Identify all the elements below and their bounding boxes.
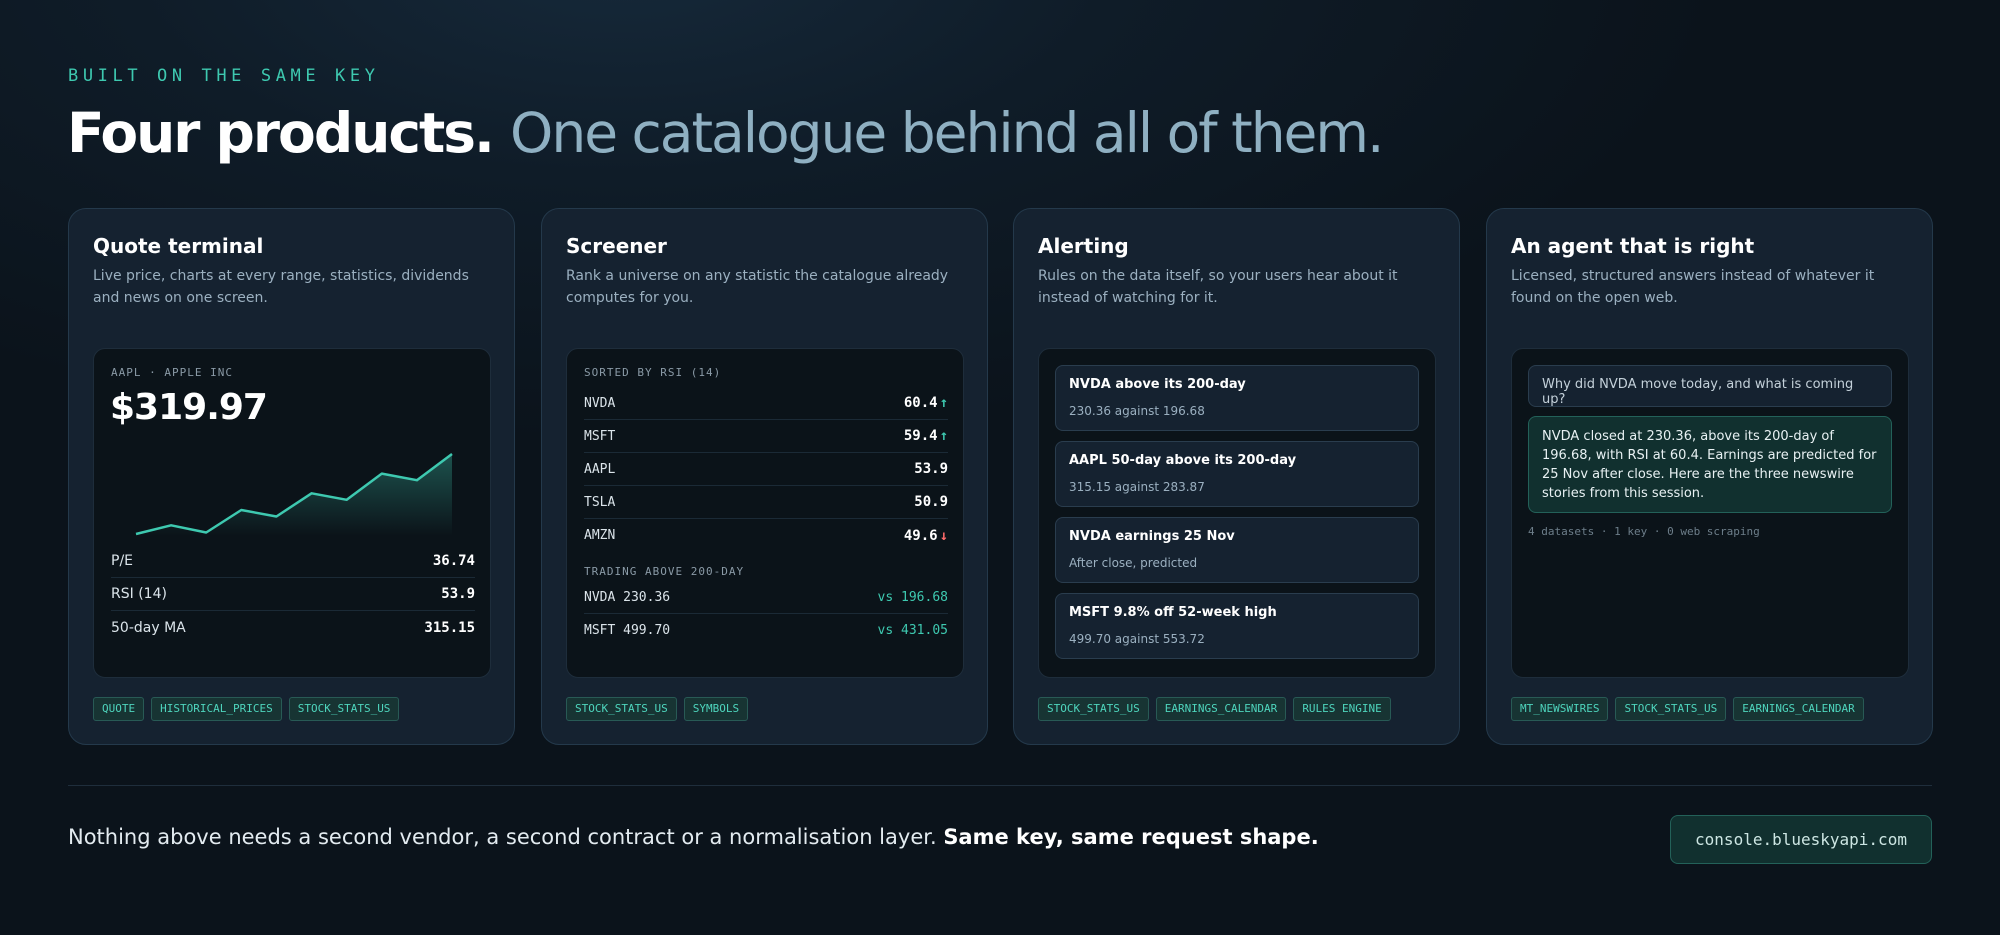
footer-emphasis: Same key, same request shape.: [943, 825, 1319, 849]
eyebrow-label: BUILT ON THE SAME KEY: [68, 66, 380, 86]
stat-value: 53.9: [441, 586, 475, 602]
card-quote-terminal: Quote terminal Live price, charts at eve…: [68, 208, 515, 745]
card-title: Quote terminal: [93, 234, 264, 258]
section-divider: [68, 785, 1932, 786]
dataset-tags: STOCK_STATS_US SYMBOLS: [566, 697, 749, 721]
agent-question-bubble: Why did NVDA move today, and what is com…: [1528, 365, 1892, 407]
page-headline: Four products. One catalogue behind all …: [67, 98, 1384, 168]
footer-text: Nothing above needs a second vendor, a s…: [68, 825, 937, 849]
alert-title: AAPL 50-day above its 200-day: [1069, 453, 1297, 468]
dataset-tag: HISTORICAL_PRICES: [151, 697, 282, 721]
dataset-tag: STOCK_STATS_US: [1615, 697, 1727, 721]
stat-label: RSI (14): [111, 586, 167, 602]
stat-label: P/E: [111, 553, 134, 569]
arrow-down-icon: ↓: [939, 527, 948, 544]
trend-list: NVDA 230.36 vs 196.68 MSFT 499.70 vs 431…: [584, 581, 948, 647]
stat-row: RSI (14) 53.9: [111, 578, 475, 611]
dataset-tag: QUOTE: [93, 697, 145, 721]
row-value: 49.6: [903, 527, 938, 544]
trend-symbol-price: NVDA 230.36: [584, 589, 671, 605]
alert-title: MSFT 9.8% off 52-week high: [1069, 605, 1277, 620]
alert-detail: 230.36 against 196.68: [1069, 404, 1205, 418]
alert-item[interactable]: NVDA above its 200-day 230.36 against 19…: [1055, 365, 1419, 431]
console-link-button[interactable]: console.blueskyapi.com: [1670, 815, 1932, 864]
dataset-tag: STOCK_STATS_US: [566, 697, 677, 721]
dataset-tag: STOCK_STATS_US: [1038, 697, 1149, 721]
row-symbol: TSLA: [584, 494, 616, 510]
card-description: Licensed, structured answers instead of …: [1511, 268, 1875, 306]
alert-item[interactable]: NVDA earnings 25 Nov After close, predic…: [1055, 517, 1419, 583]
alert-title: NVDA above its 200-day: [1069, 377, 1246, 392]
alerts-panel: NVDA above its 200-day 230.36 against 19…: [1038, 348, 1436, 678]
screener-row: MSFT 59.4 ↑: [584, 420, 948, 453]
agent-answer-bubble: NVDA closed at 230.36, above its 200-day…: [1528, 416, 1892, 513]
trend-row: MSFT 499.70 vs 431.05: [584, 614, 948, 647]
headline-soft: One catalogue behind all of them.: [510, 101, 1384, 165]
arrow-up-icon: ↑: [939, 428, 948, 444]
stat-row: P/E 36.74: [111, 545, 475, 578]
row-value: 60.4: [903, 395, 938, 411]
sort-heading: SORTED BY RSI (14): [584, 366, 722, 379]
screener-row: AAPL 53.9: [584, 453, 948, 486]
arrow-up-icon: ↑: [939, 395, 948, 411]
row-symbol: MSFT: [584, 428, 616, 444]
dataset-tags: QUOTE HISTORICAL_PRICES STOCK_STATS_US: [93, 697, 400, 721]
dataset-tag: STOCK_STATS_US: [288, 697, 400, 721]
alert-detail: 499.70 against 553.72: [1069, 632, 1205, 646]
trend-symbol-price: MSFT 499.70: [584, 623, 671, 638]
stat-row: 50-day MA 315.15: [111, 611, 475, 644]
screener-row: TSLA 50.9: [584, 486, 948, 519]
sparkline-area: [136, 454, 452, 536]
alert-item[interactable]: MSFT 9.8% off 52-week high 499.70 agains…: [1055, 593, 1419, 659]
card-title: An agent that is right: [1511, 234, 1755, 258]
dataset-tags: STOCK_STATS_US EARNINGS_CALENDAR RULES E…: [1038, 697, 1391, 721]
headline-strong: Four products.: [67, 101, 495, 165]
row-symbol: AAPL: [584, 461, 616, 477]
row-symbol: NVDA: [584, 395, 616, 411]
trend-heading: TRADING ABOVE 200-DAY: [584, 565, 745, 578]
card-screener: Screener Rank a universe on any statisti…: [541, 208, 988, 745]
alert-detail: 315.15 against 283.87: [1069, 480, 1205, 494]
dataset-tag: EARNINGS_CALENDAR: [1155, 697, 1287, 721]
card-title: Screener: [566, 234, 667, 258]
quote-panel: AAPL · APPLE INC $319.97 P/E 36.74 RSI (…: [93, 348, 491, 678]
trend-comparison: vs 431.05: [877, 623, 948, 638]
quote-symbol: AAPL · APPLE INC: [111, 366, 233, 379]
dataset-tag: SYMBOLS: [683, 697, 749, 721]
dataset-tag: EARNINGS_CALENDAR: [1733, 697, 1864, 721]
alert-detail: After close, predicted: [1069, 556, 1198, 570]
alert-item[interactable]: AAPL 50-day above its 200-day 315.15 aga…: [1055, 441, 1419, 507]
screener-row: NVDA 60.4 ↑: [584, 387, 948, 420]
card-agent: An agent that is right Licensed, structu…: [1486, 208, 1933, 745]
card-description: Rules on the data itself, so your users …: [1038, 268, 1398, 306]
card-alerting: Alerting Rules on the data itself, so yo…: [1013, 208, 1460, 745]
agent-meta: 4 datasets · 1 key · 0 web scraping: [1528, 525, 1760, 538]
dataset-tag: RULES ENGINE: [1293, 697, 1391, 721]
row-value: 59.4: [903, 428, 938, 444]
quote-stats: P/E 36.74 RSI (14) 53.9 50-day MA 315.15: [111, 545, 475, 644]
screener-panel: SORTED BY RSI (14) NVDA 60.4 ↑ MSFT 59.4 ↑…: [566, 348, 964, 678]
quote-price: $319.97: [110, 387, 268, 428]
card-description: Rank a universe on any statistic the cat…: [566, 268, 949, 306]
stat-label: 50-day MA: [111, 619, 186, 636]
card-title: Alerting: [1038, 234, 1129, 258]
dataset-tags: MT_NEWSWIRES STOCK_STATS_US EARNINGS_CAL…: [1511, 697, 1864, 721]
card-description: Live price, charts at every range, stati…: [93, 268, 469, 306]
row-value: 50.9: [914, 494, 948, 510]
agent-panel: Why did NVDA move today, and what is com…: [1511, 348, 1909, 678]
trend-row: NVDA 230.36 vs 196.68: [584, 581, 948, 614]
row-value: 53.9: [914, 461, 948, 477]
price-sparkline: [135, 452, 453, 536]
dataset-tag: MT_NEWSWIRES: [1511, 697, 1609, 721]
stat-value: 36.74: [432, 553, 475, 569]
stat-value: 315.15: [424, 619, 475, 636]
alert-title: NVDA earnings 25 Nov: [1069, 529, 1235, 544]
trend-comparison: vs 196.68: [877, 589, 948, 605]
row-symbol: AMZN: [584, 528, 616, 543]
screener-list: NVDA 60.4 ↑ MSFT 59.4 ↑ AAPL 53.9 TSLA 50.…: [584, 387, 948, 552]
footer-statement: Nothing above needs a second vendor, a s…: [68, 825, 1319, 849]
screener-row: AMZN 49.6 ↓: [584, 519, 948, 552]
